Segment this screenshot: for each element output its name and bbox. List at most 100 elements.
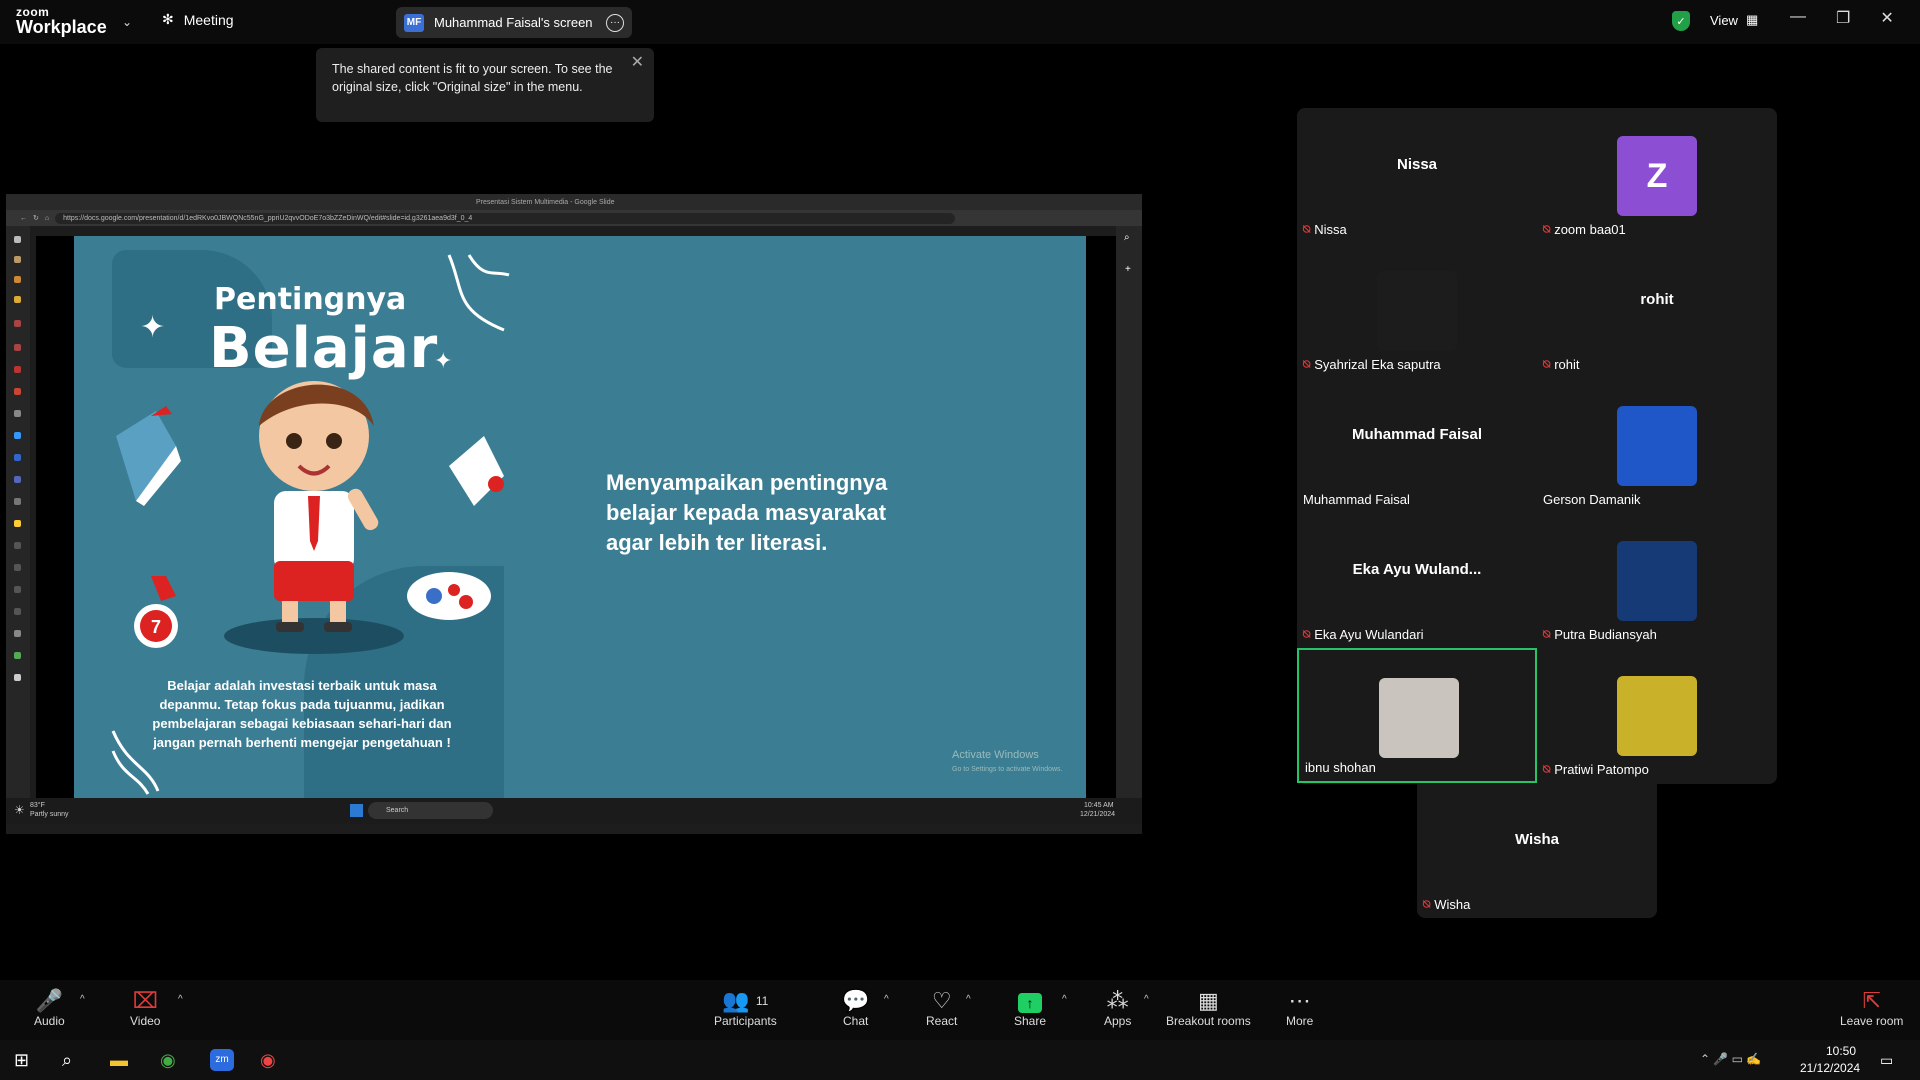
file-explorer-icon[interactable]: ▬: [110, 1050, 128, 1071]
participant-tile[interactable]: ⍉ Putra Budiansyah: [1537, 513, 1777, 648]
participant-avatar: Z: [1617, 136, 1697, 216]
screen-share-pill[interactable]: MF Muhammad Faisal's screen ···: [396, 7, 632, 38]
chat-button[interactable]: 💬 Chat: [842, 988, 869, 1028]
participant-avatar: [1617, 541, 1697, 621]
zoom-app-icon[interactable]: zm: [210, 1049, 234, 1071]
browser-tab-title[interactable]: Presentasi Sistem Multimedia - Google Sl…: [476, 199, 615, 206]
activate-windows-watermark: Activate Windows Go to Settings to activ…: [952, 749, 1063, 776]
chevron-down-icon[interactable]: ⌄: [122, 15, 132, 29]
brand-bottom: Workplace: [16, 17, 107, 37]
share-button[interactable]: ↑ Share: [1014, 988, 1046, 1028]
participant-name-label: ⍉ Nissa: [1303, 222, 1347, 237]
url-field[interactable]: https://docs.google.com/presentation/d/1…: [55, 212, 956, 224]
medal-illustration: 7: [134, 576, 178, 648]
diploma-illustration: [449, 436, 504, 506]
squiggle-decoration: [447, 254, 510, 332]
svg-text:7: 7: [151, 617, 161, 637]
view-label: View: [1710, 12, 1738, 28]
view-button[interactable]: View ▦: [1710, 12, 1758, 28]
notifications-icon[interactable]: ▭: [1880, 1052, 1893, 1069]
participant-tile[interactable]: Gerson Damanik: [1537, 378, 1777, 513]
participant-name-label: ⍉ Wisha: [1423, 897, 1470, 912]
react-options-caret-icon[interactable]: ^: [966, 994, 971, 1005]
audio-label: Audio: [34, 1014, 65, 1028]
zoom-logo[interactable]: zoom Workplace: [16, 6, 107, 36]
participant-name-label: ibnu shohan: [1305, 760, 1376, 775]
chat-options-caret-icon[interactable]: ^: [884, 994, 889, 1005]
shared-time: 10:45 AM: [1084, 802, 1114, 809]
restore-icon[interactable]: ❐: [1836, 8, 1850, 28]
more-options-icon[interactable]: ···: [606, 13, 624, 32]
minimize-icon[interactable]: —: [1790, 8, 1806, 28]
participant-tile[interactable]: ⍉ Pratiwi Patompo: [1537, 648, 1777, 783]
participant-name: rohit: [1554, 357, 1580, 372]
microphone-muted-icon: ⍉: [1543, 222, 1551, 236]
security-shield-icon[interactable]: ✓: [1672, 11, 1690, 31]
microphone-muted-icon: ⍉: [1543, 762, 1551, 776]
participant-tile[interactable]: ⍉ Syahrizal Eka saputra: [1297, 243, 1537, 378]
participant-name: ibnu shohan: [1305, 760, 1376, 775]
home-icon[interactable]: ⌂: [45, 215, 49, 222]
weather-icon: ☀: [14, 803, 25, 817]
weather-temp: 83°F: [30, 802, 45, 809]
video-button[interactable]: ⌧ Video: [130, 988, 160, 1028]
chrome-icon[interactable]: ◉: [160, 1050, 176, 1071]
participant-tile[interactable]: rohit ⍉ rohit: [1537, 243, 1777, 378]
leave-room-button[interactable]: ⇱ Leave room: [1840, 988, 1903, 1028]
apps-options-caret-icon[interactable]: ^: [1144, 994, 1149, 1005]
close-icon[interactable]: ✕: [1880, 8, 1893, 28]
shared-search-box[interactable]: Search: [368, 802, 493, 819]
breakout-rooms-icon: ▦: [1197, 988, 1219, 1013]
participant-name: Putra Budiansyah: [1554, 627, 1657, 642]
sparkle-icon: ✦: [434, 348, 453, 373]
activate-title: Activate Windows: [952, 749, 1039, 761]
microphone-muted-icon: ⍉: [1543, 357, 1551, 371]
zoom-top-bar: zoom Workplace ⌄ ✻ Meeting MF Muhammad F…: [0, 0, 1920, 44]
more-icon: ⋯: [1288, 988, 1311, 1013]
apps-button[interactable]: ⁂ Apps: [1104, 988, 1131, 1028]
search-icon[interactable]: ⌕: [1124, 232, 1130, 243]
participant-tile[interactable]: ibnu shohan: [1297, 648, 1537, 783]
react-button[interactable]: ♡ React: [926, 988, 957, 1028]
participant-name-label: ⍉ zoom baa01: [1543, 222, 1626, 237]
participant-tile[interactable]: Z ⍉ zoom baa01: [1537, 108, 1777, 243]
audio-button[interactable]: 🎤 Audio: [34, 988, 65, 1028]
shared-screen[interactable]: Presentasi Sistem Multimedia - Google Sl…: [6, 194, 1142, 834]
more-label: More: [1286, 1014, 1314, 1028]
participants-button[interactable]: 👥 11 Participants: [714, 988, 777, 1028]
search-icon[interactable]: ⌕: [62, 1050, 72, 1071]
microphone-muted-icon: 🎤: [35, 988, 64, 1013]
reload-icon[interactable]: ↻: [33, 214, 39, 222]
participant-tile[interactable]: Nissa ⍉ Nissa: [1297, 108, 1537, 243]
share-options-caret-icon[interactable]: ^: [1062, 994, 1067, 1005]
audio-options-caret-icon[interactable]: ^: [80, 994, 85, 1005]
breakout-label: Breakout rooms: [1166, 1014, 1251, 1028]
close-icon[interactable]: ✕: [631, 54, 644, 72]
more-button[interactable]: ⋯ More: [1286, 988, 1313, 1028]
system-tray-icons[interactable]: ⌃ 🎤 ▭ ✍: [1700, 1052, 1761, 1066]
slide: Pentingnya Belajar ✦ ✦ 7 Menyampaikan pe…: [74, 236, 1086, 798]
plus-icon[interactable]: +: [1125, 264, 1131, 275]
participant-name: Eka Ayu Wulandari: [1314, 627, 1424, 642]
share-label: Share: [1014, 1014, 1047, 1028]
windows-start-icon[interactable]: [350, 804, 363, 817]
window-controls: — ❐ ✕: [1790, 8, 1894, 28]
participant-avatar: [1377, 271, 1457, 351]
windows-start-icon[interactable]: ⊞: [14, 1050, 29, 1071]
participant-display-name: Eka Ayu Wuland...: [1352, 561, 1482, 578]
back-icon[interactable]: ←: [20, 215, 27, 222]
react-label: React: [926, 1014, 958, 1028]
participant-tile[interactable]: Wisha ⍉ Wisha: [1417, 783, 1657, 918]
video-off-icon: ⌧: [132, 988, 158, 1013]
heart-icon: ♡: [931, 988, 952, 1013]
clock-date: 21/12/2024: [1800, 1061, 1861, 1075]
participants-icon: 👥 11: [722, 988, 769, 1013]
microphone-muted-icon: ⍉: [1303, 222, 1311, 236]
video-options-caret-icon[interactable]: ^: [178, 994, 183, 1005]
chrome-icon[interactable]: ◉: [260, 1050, 276, 1071]
participant-tile[interactable]: Muhammad Faisal Muhammad Faisal: [1297, 378, 1537, 513]
participant-tile[interactable]: Eka Ayu Wuland... ⍉ Eka Ayu Wulandari: [1297, 513, 1537, 648]
meeting-menu[interactable]: ✻ Meeting: [162, 11, 234, 28]
participant-name-label: ⍉ Putra Budiansyah: [1543, 627, 1657, 642]
breakout-rooms-button[interactable]: ▦ Breakout rooms: [1166, 988, 1251, 1028]
